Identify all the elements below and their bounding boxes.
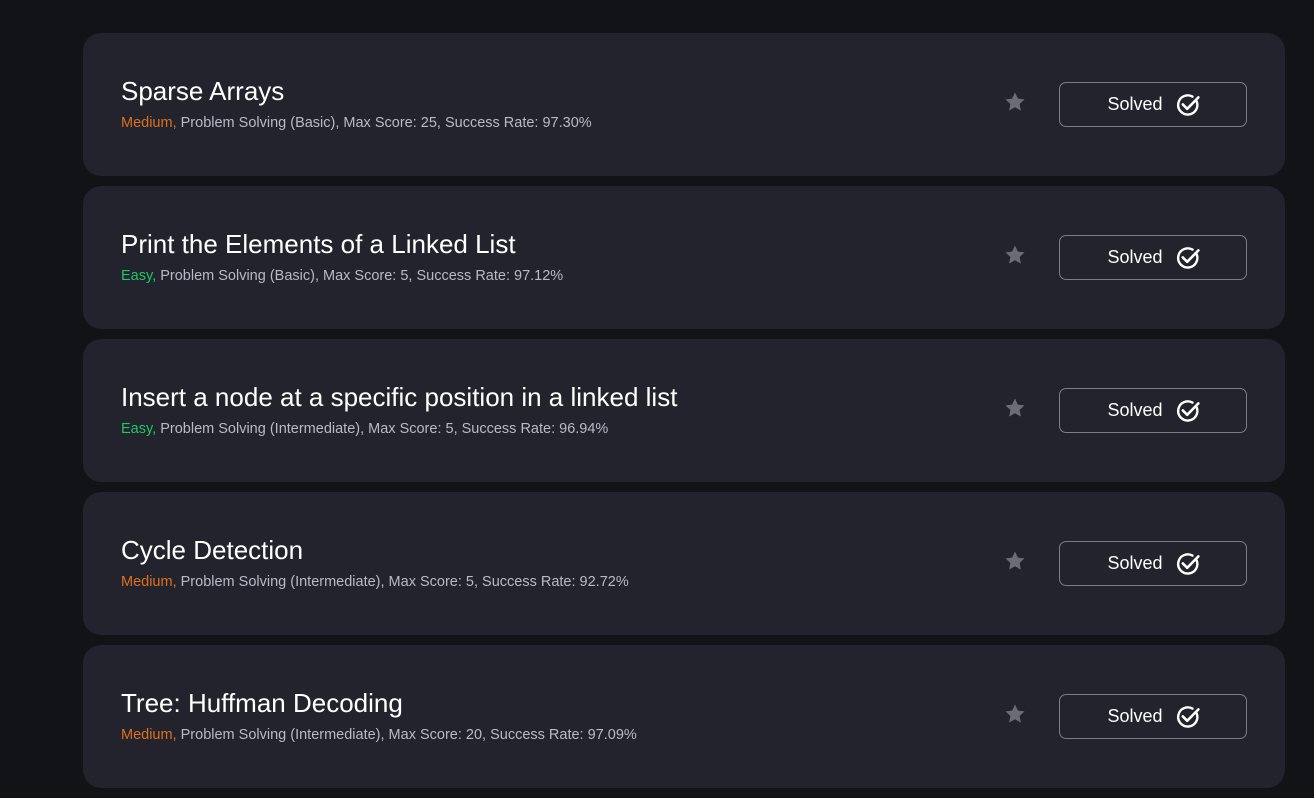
difficulty-label: Medium,: [121, 727, 177, 743]
difficulty-label: Medium,: [121, 574, 177, 590]
challenge-title[interactable]: Tree: Huffman Decoding: [121, 686, 637, 720]
check-circle-icon: [1176, 246, 1200, 269]
check-circle-icon: [1176, 399, 1200, 422]
challenge-details: Problem Solving (Intermediate), Max Scor…: [176, 727, 637, 743]
solved-button[interactable]: Solved: [1059, 388, 1247, 433]
challenge-details: Problem Solving (Basic), Max Score: 5, S…: [156, 268, 564, 284]
challenge-title[interactable]: Print the Elements of a Linked List: [121, 227, 563, 261]
solved-label: Solved: [1107, 706, 1163, 726]
challenge-title[interactable]: Insert a node at a specific position in …: [121, 380, 677, 414]
challenge-title[interactable]: Sparse Arrays: [121, 74, 592, 108]
star-icon[interactable]: [1003, 549, 1027, 573]
star-icon[interactable]: [1003, 396, 1027, 420]
check-circle-icon: [1176, 93, 1200, 116]
difficulty-label: Easy,: [121, 268, 157, 284]
challenge-list: Sparse Arrays Medium, Problem Solving (B…: [83, 33, 1285, 798]
solved-label: Solved: [1107, 94, 1163, 114]
challenge-meta: Easy, Problem Solving (Basic), Max Score…: [121, 267, 563, 285]
challenge-info: Cycle Detection Medium, Problem Solving …: [121, 533, 629, 591]
challenge-card[interactable]: Tree: Huffman Decoding Medium, Problem S…: [83, 645, 1285, 788]
challenge-details: Problem Solving (Basic), Max Score: 25, …: [176, 115, 592, 131]
challenge-info: Tree: Huffman Decoding Medium, Problem S…: [121, 686, 637, 744]
challenge-meta: Medium, Problem Solving (Basic), Max Sco…: [121, 114, 592, 132]
challenge-title[interactable]: Cycle Detection: [121, 533, 629, 567]
challenge-info: Insert a node at a specific position in …: [121, 380, 677, 438]
star-icon[interactable]: [1003, 90, 1027, 114]
difficulty-label: Easy,: [121, 421, 157, 437]
challenge-info: Sparse Arrays Medium, Problem Solving (B…: [121, 74, 592, 132]
challenge-card[interactable]: Sparse Arrays Medium, Problem Solving (B…: [83, 33, 1285, 176]
challenge-details: Problem Solving (Intermediate), Max Scor…: [156, 421, 609, 437]
solved-button[interactable]: Solved: [1059, 235, 1247, 280]
challenge-meta: Easy, Problem Solving (Intermediate), Ma…: [121, 420, 677, 438]
challenge-card[interactable]: Insert a node at a specific position in …: [83, 339, 1285, 482]
challenge-card[interactable]: Print the Elements of a Linked List Easy…: [83, 186, 1285, 329]
challenge-info: Print the Elements of a Linked List Easy…: [121, 227, 563, 285]
star-icon[interactable]: [1003, 702, 1027, 726]
solved-label: Solved: [1107, 247, 1163, 267]
challenge-meta: Medium, Problem Solving (Intermediate), …: [121, 726, 637, 744]
difficulty-label: Medium,: [121, 115, 177, 131]
check-circle-icon: [1176, 705, 1200, 728]
challenge-details: Problem Solving (Intermediate), Max Scor…: [176, 574, 629, 590]
solved-button[interactable]: Solved: [1059, 694, 1247, 739]
star-icon[interactable]: [1003, 243, 1027, 267]
check-circle-icon: [1176, 552, 1200, 575]
solved-button[interactable]: Solved: [1059, 541, 1247, 586]
challenge-card[interactable]: Cycle Detection Medium, Problem Solving …: [83, 492, 1285, 635]
challenge-meta: Medium, Problem Solving (Intermediate), …: [121, 573, 629, 591]
solved-button[interactable]: Solved: [1059, 82, 1247, 127]
solved-label: Solved: [1107, 400, 1163, 420]
solved-label: Solved: [1107, 553, 1163, 573]
